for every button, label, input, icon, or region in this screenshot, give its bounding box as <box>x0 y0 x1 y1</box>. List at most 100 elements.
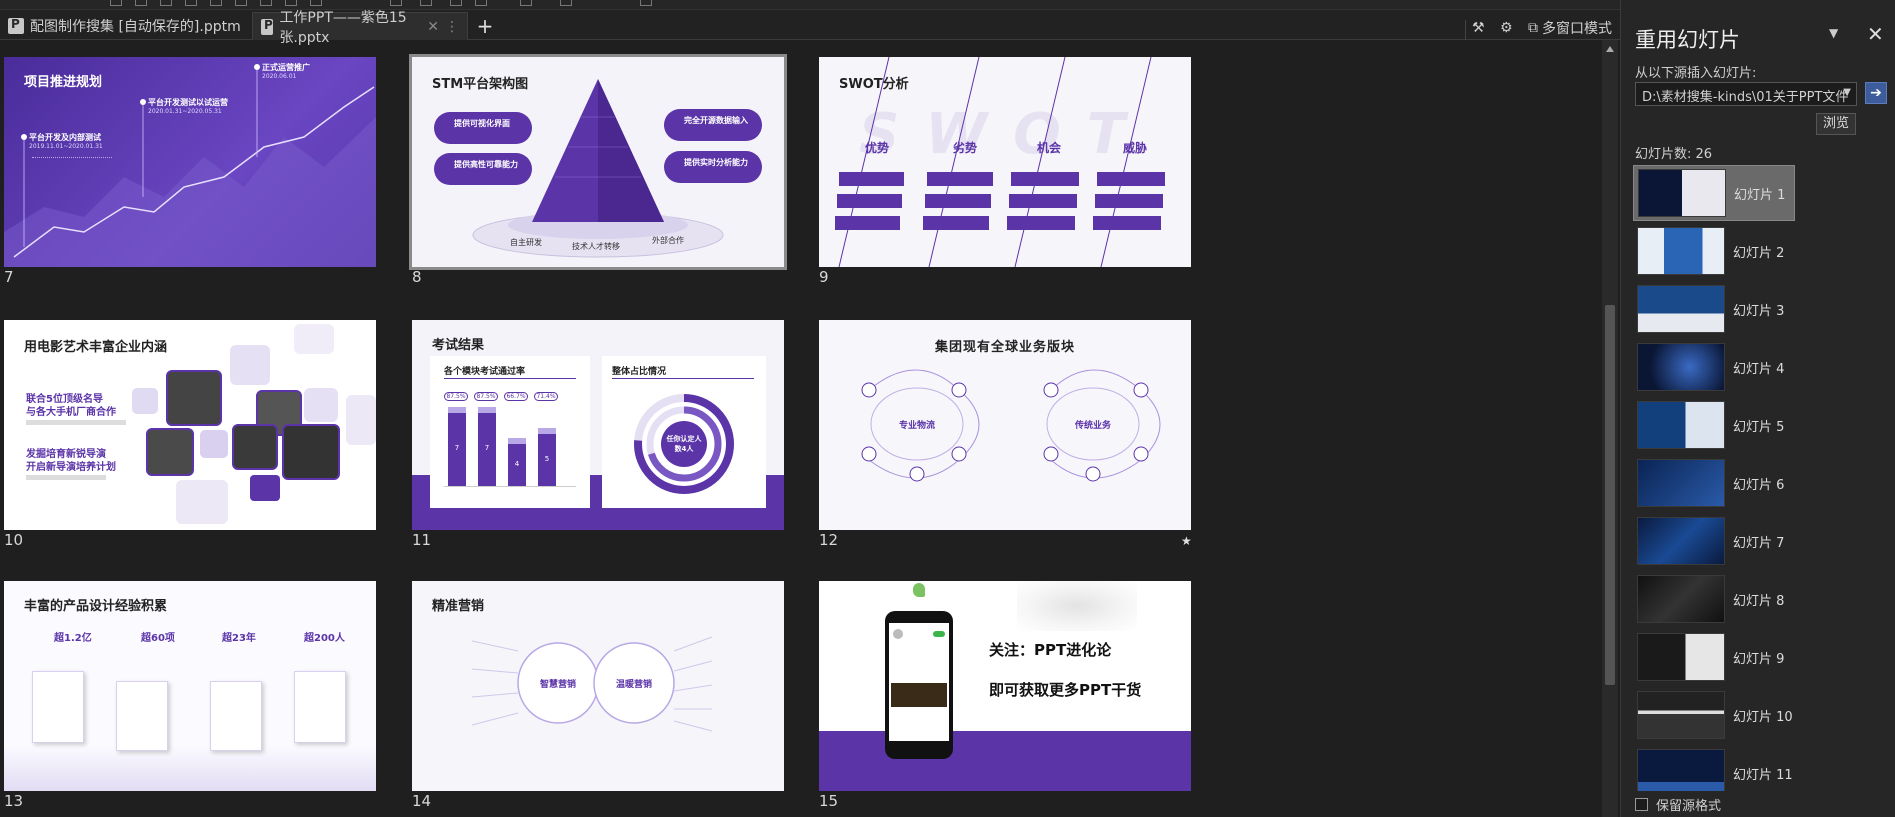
swot-item <box>1009 194 1077 208</box>
source-slide-label: 幻灯片 9 <box>1733 651 1785 667</box>
slide-number: 9 <box>819 268 829 286</box>
source-path-value: D:\素材搜集-kinds\01关于PPT文件 <box>1642 90 1849 105</box>
milestone-label: 平台开发及内部测试 <box>29 133 101 142</box>
source-slide-label: 幻灯片 7 <box>1733 535 1785 551</box>
source-slide-item[interactable]: 幻灯片 5 <box>1633 397 1795 453</box>
toolbar-icon[interactable] <box>210 0 222 6</box>
source-slide-item[interactable]: 幻灯片 4 <box>1633 339 1795 395</box>
animation-star-icon: ★ <box>1181 534 1192 548</box>
slide-thumbnail-10[interactable]: 用电影艺术丰富企业内涵 联合5位顶级名导 与各大手机厂商合作 发掘培育新锐导演 … <box>4 320 376 530</box>
bar-value-label: 7 <box>454 444 460 453</box>
more-icon[interactable]: ⋮ <box>445 19 459 35</box>
bar: 7 <box>448 406 466 486</box>
toolbar-icon[interactable] <box>450 0 462 6</box>
caption-line <box>26 420 126 425</box>
cta-line-2: 即可获取更多PPT干货 <box>989 681 1142 699</box>
toolbar-icon[interactable] <box>475 0 487 6</box>
stat-value: 超200人 <box>304 633 345 644</box>
slide-thumbnail-8[interactable]: STM平台架构图 提供可视化界面 提供高性可靠能力 完全开源数据输入 提供实时分… <box>409 54 787 270</box>
slide-thumbnail-12[interactable]: 集团现有全球业务版块 专业物流 传统业务 <box>819 320 1191 530</box>
toolbar-icon[interactable] <box>235 0 247 6</box>
source-slide-label: 幻灯片 5 <box>1733 419 1785 435</box>
chevron-down-icon[interactable]: ▼ <box>1829 26 1838 40</box>
tools-icon[interactable]: ⚒ <box>1472 18 1485 38</box>
toolbar-icon[interactable] <box>185 0 197 6</box>
source-slide-item[interactable]: 幻灯片 3 <box>1633 281 1795 337</box>
phone-screen <box>889 623 949 741</box>
toolbar-icon[interactable] <box>420 0 432 6</box>
toolbar-icon[interactable] <box>160 0 172 6</box>
tab-document-2[interactable]: 工作PPT——紫色15张.pptx ✕ ⋮ <box>252 10 468 46</box>
slide-thumbnail-15[interactable]: 关注：PPT进化论 即可获取更多PPT干货 <box>819 581 1191 791</box>
bar-value-label: 5 <box>544 454 550 463</box>
deco-square <box>176 480 228 524</box>
source-slide-item[interactable]: 幻灯片 8 <box>1633 571 1795 627</box>
toolbar-icon[interactable] <box>310 0 322 6</box>
keep-source-format-option[interactable]: 保留源格式 <box>1635 795 1721 814</box>
slide-thumbnail-7[interactable]: 项目推进规划 正式运营推广 2020.06.01 平台开发测试以试运营 2020… <box>4 57 376 267</box>
slide-thumbnail-9[interactable]: SWOT分析 SWOT 优势 劣势 机会 威胁 <box>819 57 1191 267</box>
source-slide-item[interactable]: 幻灯片 2 <box>1633 223 1795 279</box>
bullet-lines <box>32 157 112 197</box>
ribbon-remnant <box>0 0 1620 10</box>
close-icon[interactable]: ✕ <box>1867 22 1884 46</box>
tab-document-1[interactable]: 配图制作搜集 [自动保存的].pptm <box>0 12 250 40</box>
toolbar-icon[interactable] <box>260 0 272 6</box>
source-slide-item[interactable]: 幻灯片 11 <box>1633 745 1795 791</box>
tab-label: 配图制作搜集 [自动保存的].pptm <box>30 19 241 35</box>
toolbar-icon[interactable] <box>110 0 122 6</box>
source-slide-thumbnail <box>1637 227 1725 275</box>
go-arrow-button[interactable]: ➔ <box>1865 82 1887 104</box>
source-slide-thumbnail <box>1637 401 1725 449</box>
browse-button[interactable]: 浏览 <box>1816 113 1856 135</box>
bar-value-label: 7 <box>484 444 490 453</box>
close-icon[interactable]: ✕ <box>427 19 439 35</box>
source-slide-thumbnail <box>1637 517 1725 565</box>
slide-thumbnail-11[interactable]: 考试结果 各个模块考试通过率 87.5% 87.5% 66.7% 71.4% 7… <box>412 320 784 530</box>
slide-thumbnail-14[interactable]: 精准营销 智慧营销 温暖营销 <box>412 581 784 791</box>
panel-title: 重用幻灯片 <box>1635 28 1740 52</box>
source-slide-label: 幻灯片 4 <box>1733 361 1785 377</box>
deco-square <box>294 324 334 354</box>
toolbar-icon[interactable] <box>520 0 532 6</box>
scroll-up-arrow-icon[interactable] <box>1606 46 1614 52</box>
percent-label: 87.5% <box>444 392 468 401</box>
tab-label: 工作PPT——紫色15张.pptx <box>279 9 407 46</box>
banner-image <box>891 683 947 707</box>
deco-square <box>250 475 280 501</box>
marketing-diagram <box>471 636 713 732</box>
keep-format-checkbox[interactable] <box>1635 798 1648 811</box>
toolbar-icon[interactable] <box>390 0 402 6</box>
slide-thumbnail-13[interactable]: 丰富的产品设计经验积累 超1.2亿 超60项 超23年 超200人 <box>4 581 376 791</box>
source-slide-item[interactable]: 幻灯片 10 <box>1633 687 1795 743</box>
source-slide-item[interactable]: 幻灯片 6 <box>1633 455 1795 511</box>
source-slide-thumbnail <box>1637 749 1725 791</box>
stat-value: 超23年 <box>222 633 256 644</box>
scrollbar-thumb[interactable] <box>1605 305 1615 685</box>
deco-square <box>346 395 376 445</box>
swot-item <box>839 172 904 186</box>
source-slide-item[interactable]: 幻灯片 1 <box>1633 165 1795 221</box>
toolbar-icon[interactable] <box>640 0 652 6</box>
source-path-select[interactable]: D:\素材搜集-kinds\01关于PPT文件 ▼ <box>1635 82 1857 106</box>
gear-icon[interactable]: ⚙ <box>1500 18 1513 38</box>
marketing-center-label: 智慧营销 <box>539 680 576 690</box>
source-slide-item[interactable]: 幻灯片 9 <box>1633 629 1795 685</box>
leaf-icon <box>913 583 925 597</box>
toolbar-icon[interactable] <box>135 0 147 6</box>
new-tab-button[interactable]: + <box>472 14 498 40</box>
source-slide-item[interactable]: 幻灯片 7 <box>1633 513 1795 569</box>
toolbar-icon[interactable] <box>285 0 297 6</box>
swot-item <box>1097 172 1165 186</box>
multiwindow-button[interactable]: ⧉ 多窗口模式 <box>1528 18 1612 38</box>
business-diagram <box>861 369 1161 482</box>
base-label: 自主研发 <box>510 238 542 247</box>
swot-item <box>1007 216 1075 230</box>
toolbar-icon[interactable] <box>560 0 572 6</box>
bar: 4 <box>508 438 526 486</box>
slide-sorter-scrollbar[interactable] <box>1602 40 1618 817</box>
milestone-date: 2019.11.01~2020.01.31 <box>29 143 103 150</box>
source-slide-label: 幻灯片 1 <box>1734 187 1786 203</box>
keep-format-label: 保留源格式 <box>1656 799 1722 814</box>
percent-label: 66.7% <box>504 392 528 401</box>
